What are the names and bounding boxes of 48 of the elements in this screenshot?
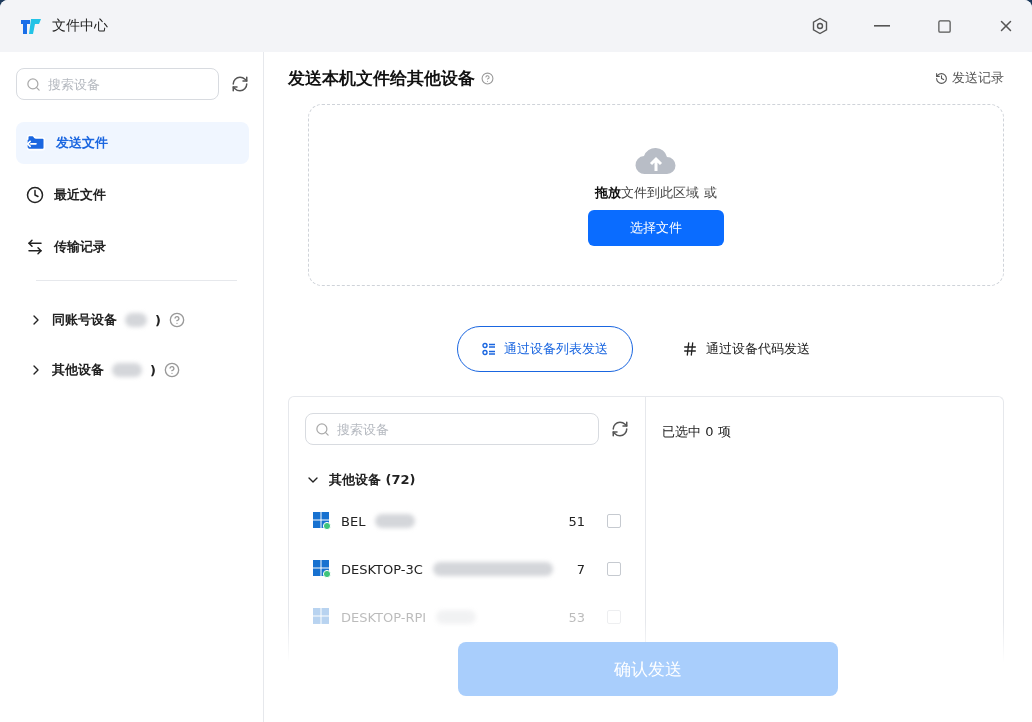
device-group-label: 其他设备 (72) xyxy=(329,471,416,489)
list-icon xyxy=(482,342,496,356)
search-icon xyxy=(315,422,330,437)
nav-item[interactable]: 发送文件 xyxy=(16,122,249,164)
transfer-icon xyxy=(26,238,44,256)
search-icon xyxy=(26,77,41,92)
drop-zone[interactable]: 拖放文件到此区域 或 选择文件 xyxy=(308,104,1004,286)
window-title: 文件中心 xyxy=(52,17,109,35)
nav-item[interactable]: 传输记录 xyxy=(16,226,249,268)
refresh-icon[interactable] xyxy=(231,75,249,93)
help-icon[interactable] xyxy=(481,71,494,85)
help-icon[interactable] xyxy=(168,312,185,328)
checkbox[interactable] xyxy=(607,562,621,576)
drop-hint: 拖放文件到此区域 或 xyxy=(595,184,717,202)
choose-file-button[interactable]: 选择文件 xyxy=(588,210,724,246)
device-code: 51 xyxy=(568,513,585,529)
device-name: DESKTOP-3C xyxy=(341,561,423,577)
search-field[interactable]: 搜索设备 xyxy=(16,68,219,100)
refresh-icon[interactable] xyxy=(611,420,629,438)
device-code: 7 xyxy=(576,561,585,577)
device-search-field[interactable]: 搜索设备 xyxy=(305,413,599,445)
group-label: 其他设备 xyxy=(52,361,104,379)
device-row[interactable]: BEL 51 xyxy=(305,497,629,545)
checkbox[interactable] xyxy=(607,514,621,528)
minimize-icon xyxy=(874,25,890,27)
blurred-name xyxy=(375,514,416,528)
hash-icon xyxy=(682,341,698,357)
device-name: DESKTOP-RPI xyxy=(341,609,427,625)
clock-icon xyxy=(26,186,44,204)
device-name: BEL xyxy=(341,513,366,529)
history-icon xyxy=(935,71,948,85)
page-title: 发送本机文件给其他设备 xyxy=(288,66,475,90)
settings-icon xyxy=(811,17,829,35)
maximize-icon xyxy=(936,18,952,34)
history-link[interactable]: 发送记录 xyxy=(935,69,1004,87)
group-label-suffix: ) xyxy=(150,362,156,378)
nav-item[interactable]: 最近文件 xyxy=(16,174,249,216)
help-icon[interactable] xyxy=(163,362,180,378)
device-code: 53 xyxy=(568,609,585,625)
group-label-suffix: ) xyxy=(155,312,161,328)
selected-count: 已选中 0 项 xyxy=(662,424,731,439)
folder-send-icon xyxy=(26,133,46,153)
tab[interactable]: 通过设备列表发送 xyxy=(457,326,633,372)
blurred-count xyxy=(112,363,142,377)
blurred-count xyxy=(125,313,147,327)
group-label: 同账号设备 xyxy=(52,311,117,329)
app-logo xyxy=(20,17,42,35)
device-row[interactable]: DESKTOP-3C 7 xyxy=(305,545,629,593)
